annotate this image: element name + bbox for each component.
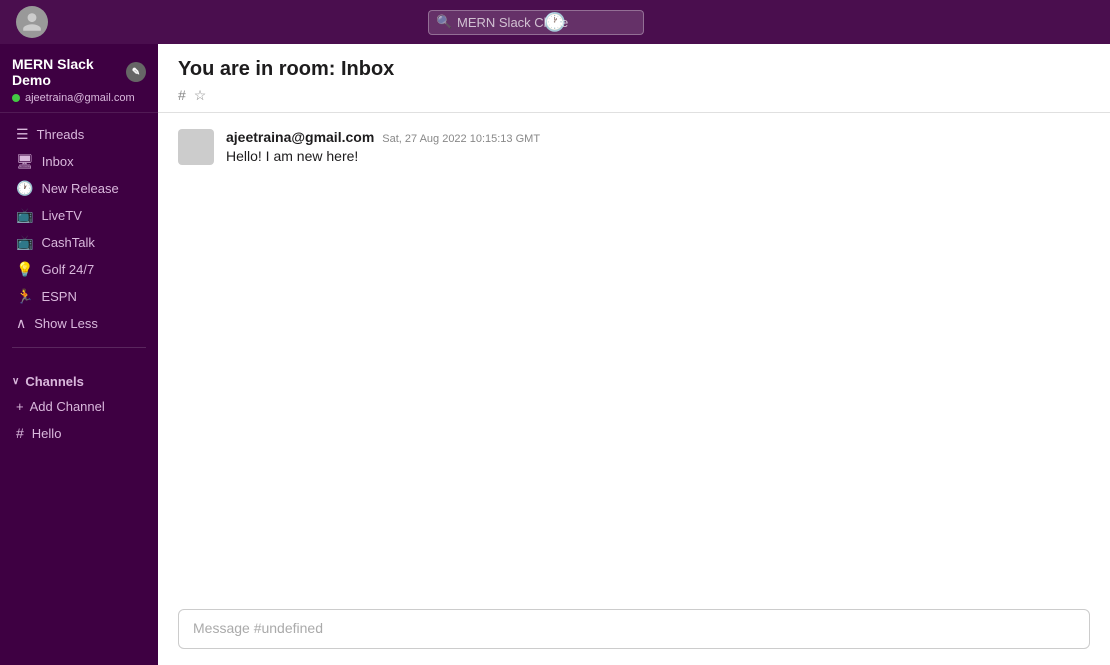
threads-icon: ☰: [16, 126, 29, 143]
room-icon-row: # ☆: [178, 87, 1090, 104]
workspace-name-label: MERN Slack Demo: [12, 56, 126, 88]
message-avatar: [178, 129, 214, 165]
nav-golf247[interactable]: 💡 Golf 24/7: [4, 257, 154, 282]
search-bar[interactable]: 🔍: [428, 10, 644, 35]
channel-hello-label: Hello: [32, 426, 62, 441]
nav-new-release[interactable]: 🕐 New Release: [4, 176, 154, 201]
channels-header[interactable]: ∨ Channels: [12, 370, 146, 393]
new-release-label: New Release: [41, 181, 118, 196]
channel-hello[interactable]: # Hello: [4, 421, 154, 445]
nav-inbox[interactable]: 🖥 Inbox: [4, 149, 154, 174]
message-author: ajeetraina@gmail.com: [226, 129, 374, 145]
espn-icon: 🏃: [16, 288, 33, 305]
user-status-row: ajeetraina@gmail.com: [12, 92, 146, 104]
user-email-label: ajeetraina@gmail.com: [25, 92, 135, 104]
edit-workspace-button[interactable]: ✎: [126, 62, 146, 82]
room-star-icon[interactable]: ☆: [194, 87, 207, 104]
espn-label: ESPN: [41, 289, 76, 304]
search-input[interactable]: [428, 10, 644, 35]
threads-label: Threads: [37, 127, 85, 142]
sidebar: MERN Slack Demo ✎ ajeetraina@gmail.com ☰…: [0, 44, 158, 665]
message-input-wrap[interactable]: [178, 609, 1090, 649]
message-text: Hello! I am new here!: [226, 147, 540, 167]
user-avatar[interactable]: [16, 6, 48, 38]
golf247-label: Golf 24/7: [41, 262, 94, 277]
add-channel-button[interactable]: + Add Channel: [4, 395, 154, 418]
message-header: ajeetraina@gmail.com Sat, 27 Aug 2022 10…: [226, 129, 540, 145]
livetv-icon: 📺: [16, 207, 33, 224]
new-release-icon: 🕐: [16, 180, 33, 197]
workspace-header: MERN Slack Demo ✎ ajeetraina@gmail.com: [0, 44, 158, 113]
add-channel-plus: +: [16, 399, 24, 414]
messages-list: ajeetraina@gmail.com Sat, 27 Aug 2022 10…: [158, 113, 1110, 599]
sidebar-divider: [12, 347, 146, 348]
message-timestamp: Sat, 27 Aug 2022 10:15:13 GMT: [382, 133, 540, 145]
channel-hash-icon: #: [16, 425, 24, 441]
show-less-label: Show Less: [34, 316, 98, 331]
message-input[interactable]: [193, 620, 1075, 636]
nav-threads[interactable]: ☰ Threads: [4, 122, 154, 147]
room-header: You are in room: Inbox # ☆: [158, 44, 1110, 113]
message-item: ajeetraina@gmail.com Sat, 27 Aug 2022 10…: [178, 129, 1090, 167]
cashtalk-icon: 📺: [16, 234, 33, 251]
inbox-label: Inbox: [42, 154, 74, 169]
workspace-name-row: MERN Slack Demo ✎: [12, 56, 146, 88]
cashtalk-label: CashTalk: [41, 235, 94, 250]
message-input-area: [158, 599, 1110, 665]
nav-cashtalk[interactable]: 📺 CashTalk: [4, 230, 154, 255]
show-less-chevron: ∧: [16, 315, 26, 332]
main-layout: MERN Slack Demo ✎ ajeetraina@gmail.com ☰…: [0, 44, 1110, 665]
channels-label: Channels: [25, 374, 84, 389]
topbar: 🕐 🔍: [0, 0, 1110, 44]
content-area: You are in room: Inbox # ☆ ajeetraina@gm…: [158, 44, 1110, 665]
add-channel-label: Add Channel: [30, 399, 105, 414]
inbox-icon: 🖥: [16, 153, 34, 170]
channels-section: ∨ Channels: [0, 370, 158, 393]
room-title: You are in room: Inbox: [178, 58, 1090, 81]
show-less-item[interactable]: ∧ Show Less: [4, 311, 154, 336]
search-icon: 🔍: [436, 14, 452, 30]
golf247-icon: 💡: [16, 261, 33, 278]
channels-chevron: ∨: [12, 376, 19, 387]
nav-espn[interactable]: 🏃 ESPN: [4, 284, 154, 309]
online-status-dot: [12, 94, 20, 102]
room-hash-icon: #: [178, 87, 186, 104]
livetv-label: LiveTV: [41, 208, 81, 223]
message-body: ajeetraina@gmail.com Sat, 27 Aug 2022 10…: [226, 129, 540, 167]
nav-livetv[interactable]: 📺 LiveTV: [4, 203, 154, 228]
